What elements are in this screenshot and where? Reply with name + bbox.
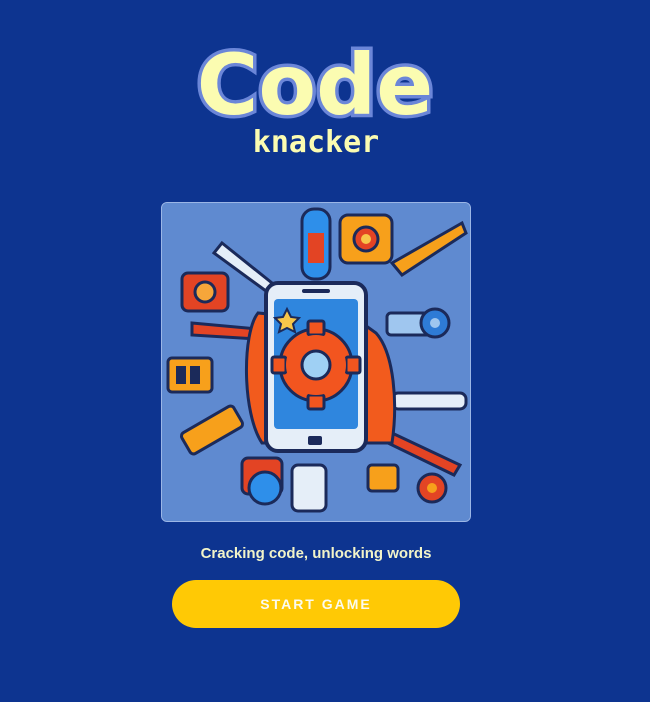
logo-subtitle: knacker — [253, 125, 379, 160]
start-screen: Code knacker Cracking code, unlocking wo… — [0, 0, 650, 702]
game-logo: Code knacker — [195, 32, 445, 162]
logo-title: Code — [197, 36, 433, 134]
start-game-button[interactable]: START GAME — [172, 580, 460, 628]
hero-illustration — [161, 202, 471, 522]
tagline: Cracking code, unlocking words — [200, 545, 432, 562]
